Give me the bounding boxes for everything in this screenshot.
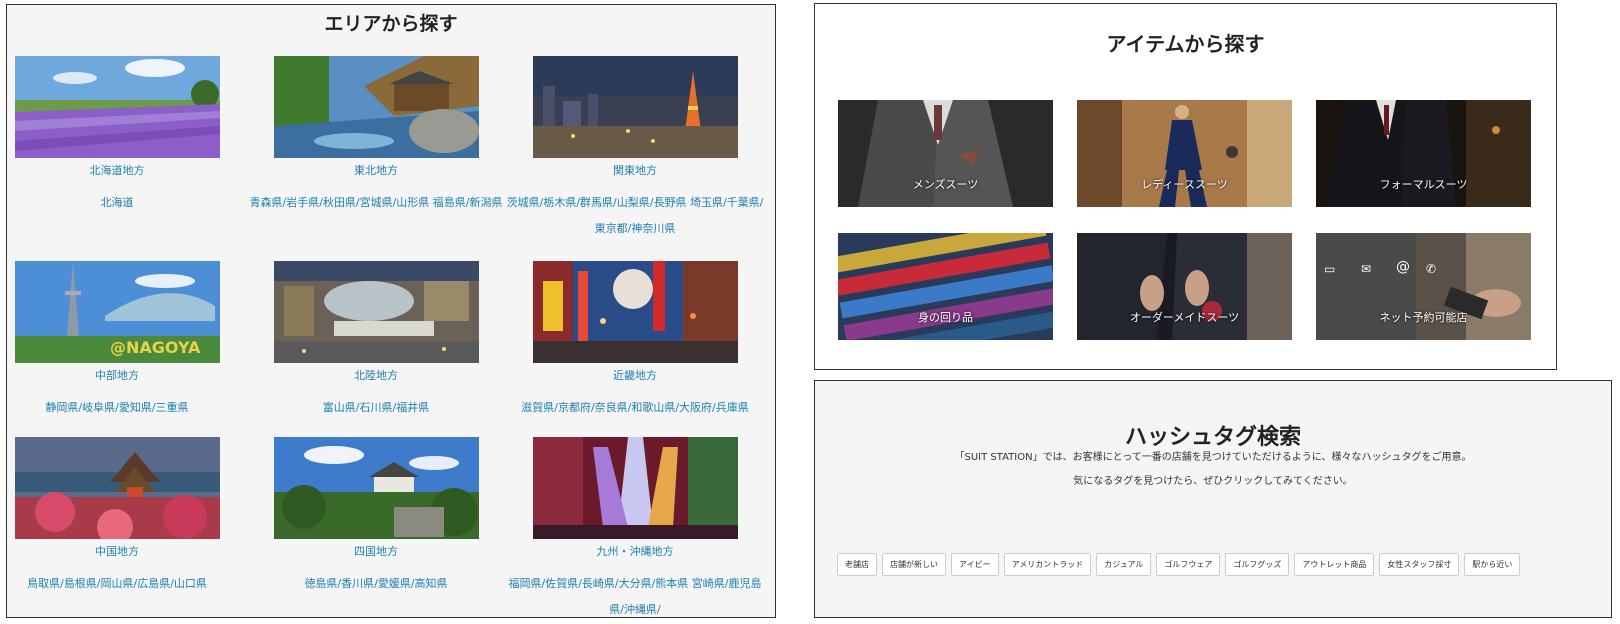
hashtag-tag[interactable]: 女性スタッフ採寸 <box>1379 553 1460 576</box>
region-card-chubu[interactable]: @NAGOYA 中部地方 静岡県/岐阜県/愛知県/三重県 <box>0 261 252 421</box>
region-prefectures[interactable]: 鳥取県/島根県/岡山県/広島県/山口県 <box>0 571 252 597</box>
region-prefectures[interactable]: 茨城県/栃木県/群馬県/山梨県/長野県 埼玉県/千葉県/東京都/神奈川県 <box>500 190 770 242</box>
lavender-field-photo[interactable] <box>14 56 220 158</box>
tile-label[interactable]: レディーススーツ <box>1077 176 1292 192</box>
item-tile-ladies-suits[interactable]: レディーススーツ <box>1077 100 1292 207</box>
area-search-panel: エリアから探す 北海道地方 北海道 東北地方 青森県/岩手県/秋田県/宮城県/山… <box>6 4 776 618</box>
region-card-tohoku[interactable]: 東北地方 青森県/岩手県/秋田県/宮城県/山形県 福島県/新潟県 <box>241 56 511 216</box>
hashtag-description-2: 気になるタグを見つけたら、ぜひクリックしてみてください。 <box>1073 476 1353 487</box>
region-prefectures[interactable]: 滋賀県/京都府/奈良県/和歌山県/大阪府/兵庫県 <box>500 395 770 421</box>
svg-text:@NAGOYA: @NAGOYA <box>110 338 201 357</box>
item-tile-formal-suits[interactable]: フォーマルスーツ <box>1316 100 1531 207</box>
region-card-chugoku[interactable]: 中国地方 鳥取県/島根県/岡山県/広島県/山口県 <box>0 437 252 597</box>
region-prefectures[interactable]: 徳島県/香川県/愛媛県/高知県 <box>241 571 511 597</box>
region-prefectures[interactable]: 青森県/岩手県/秋田県/宮城県/山形県 福島県/新潟県 <box>241 190 511 216</box>
hashtag-tag[interactable]: 老舗店 <box>837 553 877 576</box>
area-section-title: エリアから探す <box>324 13 458 35</box>
item-section-title: アイテムから探す <box>1106 32 1265 56</box>
hashtag-tag[interactable]: アウトレット商品 <box>1294 553 1375 576</box>
hashtag-description: 「SUIT STATION」では、お客様にとって一番の店舗を見つけていただけるよ… <box>954 452 1472 463</box>
region-prefectures[interactable]: 富山県/石川県/福井県 <box>241 395 511 421</box>
region-card-hokkaido[interactable]: 北海道地方 北海道 <box>0 56 252 216</box>
hashtag-list: 老舗店 店舗が新しい アイビー アメリカントラッド カジュアル ゴルフウェア ゴ… <box>837 553 1521 576</box>
hashtag-section-title: ハッシュタグ検索 <box>1124 425 1301 450</box>
hashtag-tag[interactable]: アイビー <box>951 553 999 576</box>
region-name[interactable]: 中部地方 <box>0 369 252 383</box>
hashtag-tag[interactable]: カジュアル <box>1096 553 1152 576</box>
svg-text:@: @ <box>1396 259 1410 275</box>
region-card-kinki[interactable]: 近畿地方 滋賀県/京都府/奈良県/和歌山県/大阪府/兵庫県 <box>500 261 770 421</box>
region-name[interactable]: 東北地方 <box>241 164 511 178</box>
region-prefectures[interactable]: 福岡県/佐賀県/長崎県/大分県/熊本県 宮崎県/鹿児島県/沖縄県/ <box>500 571 770 623</box>
region-name[interactable]: 北陸地方 <box>241 369 511 383</box>
svg-text:✉: ✉ <box>1361 262 1371 276</box>
hashtag-tag[interactable]: ゴルフウェア <box>1156 553 1221 576</box>
hashtag-tag[interactable]: 駅から近い <box>1464 553 1521 576</box>
canal-city-fountain-photo[interactable] <box>532 437 738 539</box>
region-card-kanto[interactable]: 関東地方 茨城県/栃木県/群馬県/山梨県/長野県 埼玉県/千葉県/東京都/神奈川… <box>500 56 770 242</box>
dotonbori-street-photo[interactable] <box>532 261 738 363</box>
hashtag-tag[interactable]: アメリカントラッド <box>1003 553 1092 576</box>
item-tile-online-reservation[interactable]: ▭ ✉ @ ✆ ネット予約可能店 <box>1316 233 1531 340</box>
onsen-river-photo[interactable] <box>273 56 479 158</box>
region-name[interactable]: 中国地方 <box>0 545 252 559</box>
region-card-hokuriku[interactable]: 北陸地方 富山県/石川県/福井県 <box>241 261 511 421</box>
region-name[interactable]: 近畿地方 <box>500 369 770 383</box>
kanazawa-station-photo[interactable] <box>273 261 479 363</box>
svg-text:✆: ✆ <box>1426 262 1436 276</box>
region-card-shikoku[interactable]: 四国地方 徳島県/香川県/愛媛県/高知県 <box>241 437 511 597</box>
svg-text:▭: ▭ <box>1324 262 1335 276</box>
tokyo-tower-night-photo[interactable] <box>532 56 738 158</box>
region-prefectures[interactable]: 北海道 <box>0 190 252 216</box>
tile-label[interactable]: ネット予約可能店 <box>1316 309 1531 325</box>
hashtag-search-panel: ハッシュタグ検索 「SUIT STATION」では、お客様にとって一番の店舗を見… <box>814 380 1612 618</box>
tile-label[interactable]: 身の回り品 <box>838 309 1053 325</box>
region-name[interactable]: 九州・沖縄地方 <box>500 545 770 559</box>
item-tile-order-made-suits[interactable]: オーダーメイドスーツ <box>1077 233 1292 340</box>
item-search-panel: アイテムから探す メンズスーツ レディーススーツ フォーマルスーツ 身の回り品 … <box>814 3 1557 370</box>
region-name[interactable]: 北海道地方 <box>0 164 252 178</box>
item-tile-mens-suits[interactable]: メンズスーツ <box>838 100 1053 207</box>
miyajima-pagoda-photo[interactable] <box>14 437 220 539</box>
region-name[interactable]: 関東地方 <box>500 164 770 178</box>
hashtag-tag[interactable]: 店舗が新しい <box>882 553 946 576</box>
hashtag-tag[interactable]: ゴルフグッズ <box>1225 553 1290 576</box>
tile-label[interactable]: メンズスーツ <box>838 176 1053 192</box>
region-prefectures[interactable]: 静岡県/岐阜県/愛知県/三重県 <box>0 395 252 421</box>
region-name[interactable]: 四国地方 <box>241 545 511 559</box>
castle-forest-photo[interactable] <box>273 437 479 539</box>
nagoya-tv-tower-photo[interactable]: @NAGOYA <box>14 261 220 363</box>
item-tile-accessories[interactable]: 身の回り品 <box>838 233 1053 340</box>
tile-label[interactable]: オーダーメイドスーツ <box>1077 309 1292 325</box>
tile-label[interactable]: フォーマルスーツ <box>1316 176 1531 192</box>
region-card-kyushu-okinawa[interactable]: 九州・沖縄地方 福岡県/佐賀県/長崎県/大分県/熊本県 宮崎県/鹿児島県/沖縄県… <box>500 437 770 623</box>
